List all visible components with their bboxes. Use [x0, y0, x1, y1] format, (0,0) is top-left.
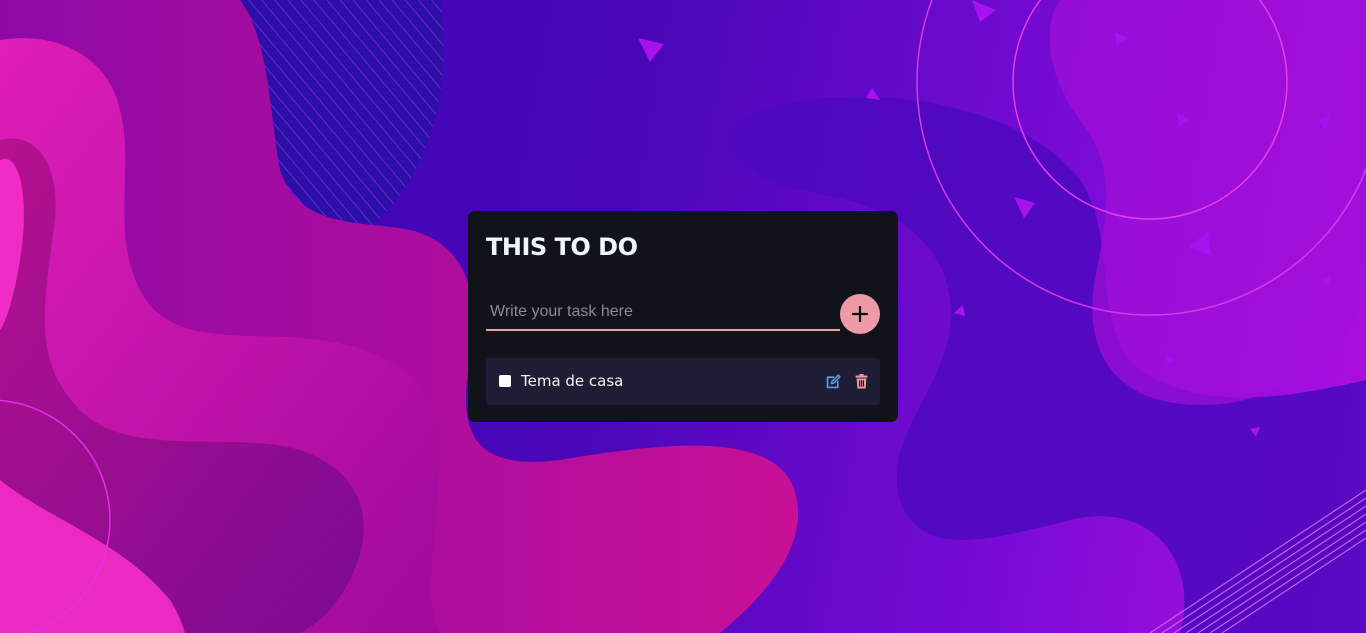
- plus-icon: [851, 305, 869, 323]
- task-label: Tema de casa: [521, 372, 624, 390]
- edit-icon: [826, 373, 841, 388]
- task-input[interactable]: [486, 295, 840, 331]
- list-item: Tema de casa: [486, 358, 880, 405]
- delete-task-button[interactable]: [852, 372, 870, 390]
- task-checkbox[interactable]: [499, 375, 511, 387]
- edit-task-button[interactable]: [824, 372, 842, 390]
- task-list: Tema de casa: [486, 358, 880, 405]
- app-title: THIS TO DO: [486, 233, 638, 261]
- add-task-button[interactable]: [840, 294, 880, 334]
- todo-card: THIS TO DO Tema de casa: [468, 211, 898, 422]
- trash-icon: [855, 373, 867, 388]
- new-task-row: [486, 294, 880, 335]
